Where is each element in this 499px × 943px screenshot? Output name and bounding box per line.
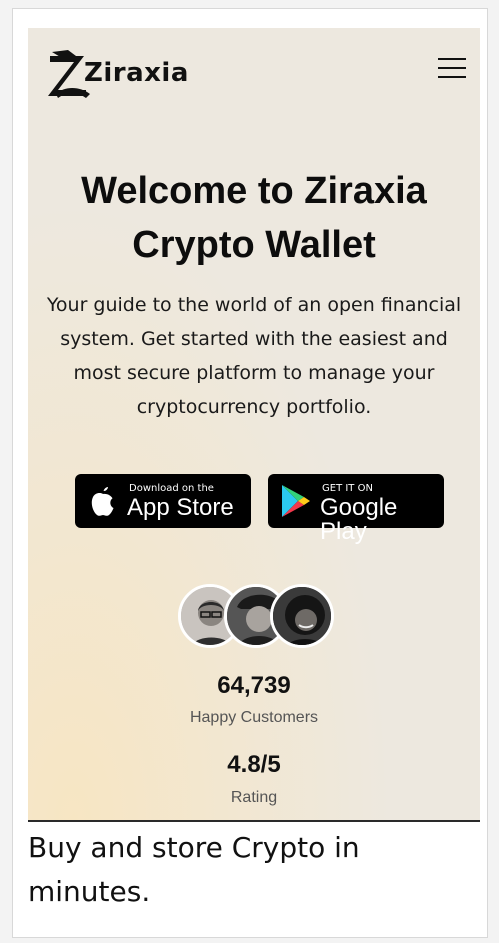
logo[interactable]: Ziraxia bbox=[46, 46, 196, 98]
description-line-1: Your guide to the world of an open finan… bbox=[46, 294, 462, 316]
apple-icon bbox=[91, 487, 114, 516]
app-store-button[interactable]: Download on the App Store bbox=[75, 474, 251, 528]
hero-section: Ziraxia Welcome to Ziraxia Crypto Wallet… bbox=[28, 28, 480, 821]
title-line-2: Crypto Wallet bbox=[132, 224, 376, 266]
google-play-button[interactable]: GET IT ON Google Play bbox=[268, 474, 444, 544]
description-line-2: system. Get started with the easiest and bbox=[60, 328, 448, 350]
description-line-3: most secure platform to manage your bbox=[73, 362, 435, 384]
google-play-icon bbox=[282, 485, 310, 517]
page-title: Welcome to Ziraxia Crypto Wallet bbox=[28, 164, 480, 272]
menu-button[interactable] bbox=[438, 58, 466, 80]
hero-description: Your guide to the world of an open finan… bbox=[36, 288, 472, 424]
rating-value: 4.8/5 bbox=[227, 751, 281, 778]
title-line-1: Welcome to Ziraxia bbox=[81, 170, 427, 212]
google-play-small-text: GET IT ON bbox=[322, 483, 373, 494]
menu-bar bbox=[438, 58, 466, 60]
logo-text: Ziraxia bbox=[84, 58, 189, 88]
description-line-4: cryptocurrency portfolio. bbox=[136, 396, 372, 418]
rating-label: Rating bbox=[230, 789, 278, 806]
customers-label: Happy Customers bbox=[189, 709, 319, 726]
customer-avatars bbox=[178, 584, 334, 654]
menu-bar bbox=[438, 67, 466, 69]
app-store-big-text: App Store bbox=[127, 494, 234, 521]
customers-count: 64,739 bbox=[217, 672, 291, 699]
menu-bar bbox=[438, 76, 466, 78]
app-store-small-text: Download on the bbox=[129, 483, 214, 494]
section-divider bbox=[28, 820, 480, 822]
section-heading: Buy and store Crypto in minutes. bbox=[28, 831, 360, 908]
google-play-big-text: Google Play bbox=[320, 494, 398, 545]
avatar bbox=[270, 584, 334, 648]
